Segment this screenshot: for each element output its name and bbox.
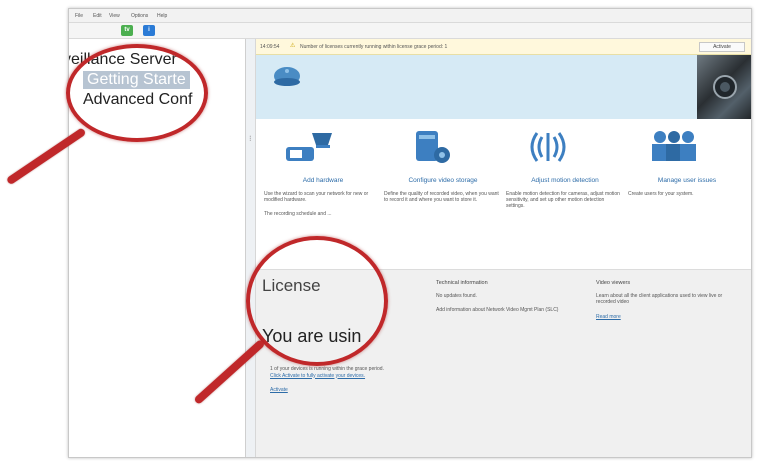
column-title: Video viewers	[596, 280, 631, 286]
highlight-circle-navigation	[66, 44, 208, 142]
step-extra-text: The recording schedule and ...	[264, 211, 332, 217]
welcome-banner	[256, 55, 751, 119]
step-description: Define the quality of recorded video, wh…	[384, 191, 499, 203]
toolbar: tv i	[69, 23, 751, 39]
users-icon	[652, 131, 696, 161]
column-line: No updates found.	[436, 292, 477, 299]
step-description: Enable motion detection for cameras, adj…	[506, 191, 620, 209]
camera-lens-icon	[713, 75, 737, 99]
step-title[interactable]: Add hardware	[264, 177, 382, 184]
menu-edit[interactable]: Edit	[93, 13, 102, 19]
column-line: Learn about all the client applications …	[596, 292, 723, 306]
technical-info-column: Technical information No updates found. …	[436, 280, 566, 314]
step-description: Use the wizard to scan your network for …	[264, 191, 369, 203]
warning-icon: ⚠	[290, 43, 296, 49]
pane-splitter[interactable]: ⁝	[246, 39, 256, 457]
video-viewers-column: Video viewers Learn about all the client…	[596, 280, 736, 320]
motion-icon	[530, 132, 566, 162]
notice-message: Number of licenses currently running wit…	[300, 44, 448, 50]
splitter-grip-icon[interactable]: ⁝	[249, 134, 253, 148]
notice-activate-button[interactable]: Activate	[699, 42, 745, 52]
column-title: Technical information	[436, 280, 488, 286]
step-title[interactable]: Manage user issues	[628, 177, 746, 184]
menu-file[interactable]: File	[75, 13, 83, 19]
step-title[interactable]: Configure video storage	[384, 177, 502, 184]
camera-banner-image	[697, 55, 751, 119]
license-line: 1 of your devices is running within the …	[270, 366, 384, 372]
step-description: Create users for your system.	[628, 191, 694, 197]
step-title[interactable]: Adjust motion detection	[506, 177, 624, 184]
blue-help-icon[interactable]: i	[143, 25, 155, 36]
menu-help[interactable]: Help	[157, 13, 167, 19]
menu-options[interactable]: Options	[131, 13, 148, 19]
license-notice-bar: 14:09:54 ⚠ Number of licenses currently …	[256, 39, 751, 55]
column-line: Add information about Network Video Mgmt…	[436, 307, 559, 313]
camera-icon	[286, 133, 332, 161]
milestone-logo-icon	[274, 67, 300, 86]
green-tv-icon[interactable]: tv	[121, 25, 133, 36]
activate-link[interactable]: Activate	[270, 387, 390, 394]
read-more-link[interactable]: Read more	[596, 314, 736, 321]
highlight-circle-license	[246, 236, 388, 366]
license-details: 1 of your devices is running within the …	[270, 366, 390, 394]
menubar: File Edit View Options Help	[69, 9, 751, 23]
menu-view[interactable]: View	[109, 13, 120, 19]
notice-timestamp: 14:09:54	[260, 44, 280, 50]
storage-icon	[416, 131, 450, 163]
license-line-link[interactable]: Click Activate to fully activate your de…	[270, 373, 390, 380]
